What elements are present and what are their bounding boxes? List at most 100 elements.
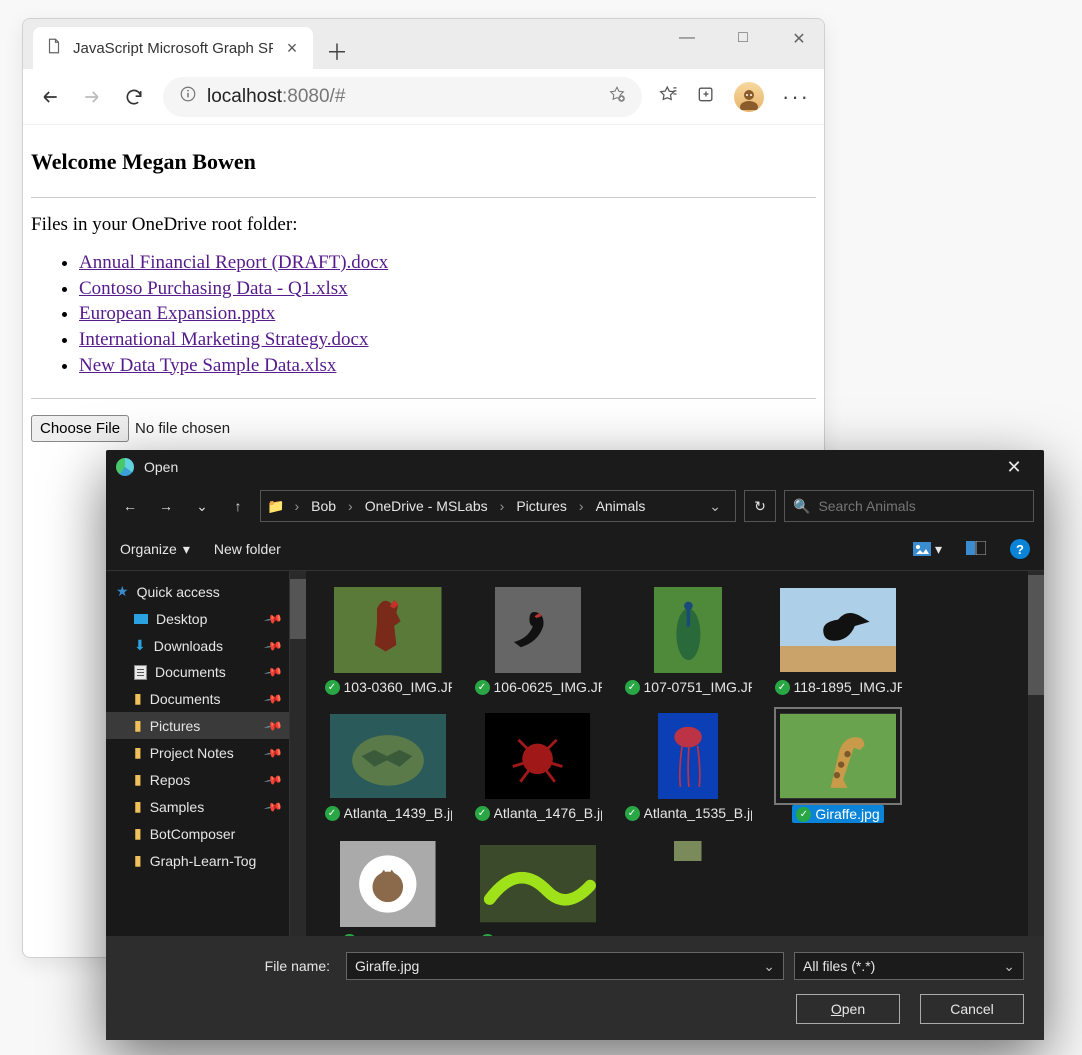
breadcrumb-segment[interactable]: Pictures bbox=[514, 498, 569, 514]
search-input[interactable] bbox=[818, 498, 1025, 514]
profile-avatar[interactable] bbox=[734, 82, 764, 112]
new-folder-button[interactable]: New folder bbox=[214, 541, 281, 557]
folder-icon: ▮ bbox=[134, 825, 142, 842]
window-maximize-button[interactable]: □ bbox=[732, 29, 754, 49]
sidebar-item-label: Desktop bbox=[156, 611, 207, 627]
sync-status-icon: ✓ bbox=[475, 806, 490, 821]
breadcrumb-separator: › bbox=[573, 498, 590, 514]
sidebar-item[interactable]: ▮Project Notes📌 bbox=[106, 739, 289, 766]
preview-pane-button[interactable] bbox=[966, 541, 986, 558]
file-thumbnail[interactable]: ✓Hathor.JPG bbox=[324, 841, 452, 936]
breadcrumb-segment[interactable]: Bob bbox=[309, 498, 338, 514]
breadcrumb-separator: › bbox=[494, 498, 511, 514]
browser-scrollbar[interactable] bbox=[1028, 571, 1044, 936]
file-thumbnail[interactable]: ✓Atlanta_1535_B.jpg bbox=[624, 713, 752, 823]
back-button[interactable] bbox=[37, 84, 63, 110]
site-info-icon[interactable] bbox=[179, 85, 197, 108]
browser-tab[interactable]: JavaScript Microsoft Graph SPA × bbox=[33, 27, 313, 69]
breadcrumb-dropdown[interactable]: ⌄ bbox=[701, 498, 729, 515]
folder-icon: ▮ bbox=[134, 798, 142, 815]
sidebar-item[interactable]: ▮BotComposer bbox=[106, 820, 289, 847]
file-browser-pane: ✓103-0360_IMG.JPG✓106-0625_IMG.JPG✓107-0… bbox=[306, 571, 1028, 936]
nav-up-button[interactable]: ↑ bbox=[224, 492, 252, 520]
tab-close-button[interactable]: × bbox=[283, 38, 301, 59]
address-bar[interactable]: localhost:8080/# bbox=[163, 77, 642, 117]
favorites-icon[interactable] bbox=[658, 84, 678, 109]
open-button[interactable]: Open bbox=[796, 994, 900, 1024]
sidebar-item[interactable]: Desktop 📌 bbox=[106, 606, 289, 632]
sidebar-item[interactable]: ⬇Downloads📌 bbox=[106, 632, 289, 659]
file-thumbnail[interactable] bbox=[624, 841, 752, 936]
pin-icon: 📌 bbox=[263, 796, 283, 816]
search-input-container[interactable]: 🔍 bbox=[784, 490, 1034, 522]
app-menu-button[interactable]: ··· bbox=[782, 84, 810, 110]
organize-menu[interactable]: Organize ▾ bbox=[120, 541, 190, 558]
sidebar-item[interactable]: Documents📌 bbox=[106, 659, 289, 685]
sidebar-scrollbar[interactable] bbox=[290, 571, 306, 936]
sidebar-item[interactable]: ▮ Samples 📌 bbox=[106, 793, 289, 820]
favorite-add-icon[interactable] bbox=[608, 85, 626, 108]
chevron-down-icon[interactable]: ⌄ bbox=[763, 958, 775, 975]
sync-status-icon: ✓ bbox=[475, 680, 490, 695]
file-link[interactable]: International Marketing Strategy.docx bbox=[79, 329, 368, 350]
breadcrumb-path[interactable]: 📁 › Bob › OneDrive - MSLabs › Pictures ›… bbox=[260, 490, 736, 522]
window-close-button[interactable]: ✕ bbox=[788, 29, 810, 49]
file-link[interactable]: New Data Type Sample Data.xlsx bbox=[79, 355, 336, 376]
collections-icon[interactable] bbox=[696, 84, 716, 109]
new-tab-button[interactable]: ＋ bbox=[319, 33, 355, 69]
choose-file-button[interactable]: Choose File bbox=[31, 415, 129, 442]
file-link-item: International Marketing Strategy.docx bbox=[79, 327, 816, 353]
breadcrumb-segment[interactable]: OneDrive - MSLabs bbox=[363, 498, 490, 514]
pin-icon: 📌 bbox=[263, 609, 283, 629]
thumbnail-image bbox=[480, 841, 596, 927]
file-link[interactable]: Contoso Purchasing Data - Q1.xlsx bbox=[79, 278, 348, 299]
file-link[interactable]: Annual Financial Report (DRAFT).docx bbox=[79, 252, 388, 273]
quick-access-header[interactable]: ★ Quick access bbox=[106, 577, 289, 606]
file-thumbnail[interactable]: ✓Atlanta_1439_B.jpg bbox=[324, 713, 452, 823]
folder-icon: ▮ bbox=[134, 744, 142, 761]
folder-icon: 📁 bbox=[267, 498, 284, 515]
forward-button[interactable] bbox=[79, 84, 105, 110]
sidebar-item-label: Samples bbox=[150, 799, 204, 815]
file-name-input[interactable]: Giraffe.jpg⌄ bbox=[346, 952, 784, 980]
dialog-toolbar: Organize ▾ New folder ▾ ? bbox=[106, 528, 1044, 570]
file-name-label: File name: bbox=[126, 958, 336, 974]
file-thumbnail[interactable]: ✓103-0360_IMG.JPG bbox=[324, 587, 452, 695]
window-minimize-button[interactable]: — bbox=[676, 29, 698, 49]
file-thumbnail[interactable]: ✓118-1895_IMG.JPG bbox=[774, 587, 902, 695]
filter-select[interactable]: All files (*.*)⌄ bbox=[794, 952, 1024, 980]
file-thumbnail[interactable]: ✓ Atlanta_1476_B.jpg bbox=[474, 713, 602, 823]
pin-icon: 📌 bbox=[263, 635, 283, 655]
thumbnail-image bbox=[330, 587, 446, 673]
dialog-titlebar: Open ✕ bbox=[106, 450, 1044, 484]
refresh-button[interactable] bbox=[121, 84, 147, 110]
breadcrumb-separator: › bbox=[342, 498, 359, 514]
file-thumbnail[interactable]: ✓Giraffe.jpg bbox=[774, 713, 902, 823]
thumbnail-image bbox=[630, 841, 746, 861]
breadcrumb-segment[interactable]: Animals bbox=[594, 498, 648, 514]
files-heading: Files in your OneDrive root folder: bbox=[31, 214, 816, 236]
file-link[interactable]: European Expansion.pptx bbox=[79, 303, 275, 324]
file-name-label: 107-0751_IMG.JPG bbox=[644, 679, 752, 695]
sidebar-item[interactable]: ▮Pictures📌 bbox=[106, 712, 289, 739]
sidebar-item[interactable]: ▮Repos📌 bbox=[106, 766, 289, 793]
nav-forward-button[interactable]: → bbox=[152, 492, 180, 520]
sidebar-item[interactable]: ▮Documents📌 bbox=[106, 685, 289, 712]
folder-icon: ▮ bbox=[134, 717, 142, 734]
file-name-label: Atlanta_1476_B.jpg bbox=[494, 805, 602, 821]
file-thumbnail[interactable]: ✓IMG_4575.JPG bbox=[474, 841, 602, 936]
file-thumbnail[interactable]: ✓106-0625_IMG.JPG bbox=[474, 587, 602, 695]
nav-refresh-button[interactable]: ↻ bbox=[744, 490, 776, 522]
sync-status-icon: ✓ bbox=[325, 806, 340, 821]
file-open-dialog: Open ✕ ← → ⌄ ↑ 📁 › Bob › OneDrive - MSLa… bbox=[106, 450, 1044, 1040]
file-thumbnail[interactable]: ✓107-0751_IMG.JPG bbox=[624, 587, 752, 695]
thumbnail-image bbox=[630, 587, 746, 673]
view-mode-button[interactable]: ▾ bbox=[913, 541, 942, 558]
help-button[interactable]: ? bbox=[1010, 539, 1030, 559]
nav-recent-dropdown[interactable]: ⌄ bbox=[188, 492, 216, 520]
dialog-close-button[interactable]: ✕ bbox=[994, 457, 1034, 478]
sidebar-item[interactable]: ▮Graph-Learn-Tog bbox=[106, 847, 289, 874]
cancel-button[interactable]: Cancel bbox=[920, 994, 1024, 1024]
dialog-sidebar: ★ Quick access Desktop📌⬇Downloads📌Docume… bbox=[106, 571, 290, 936]
nav-back-button[interactable]: ← bbox=[116, 492, 144, 520]
